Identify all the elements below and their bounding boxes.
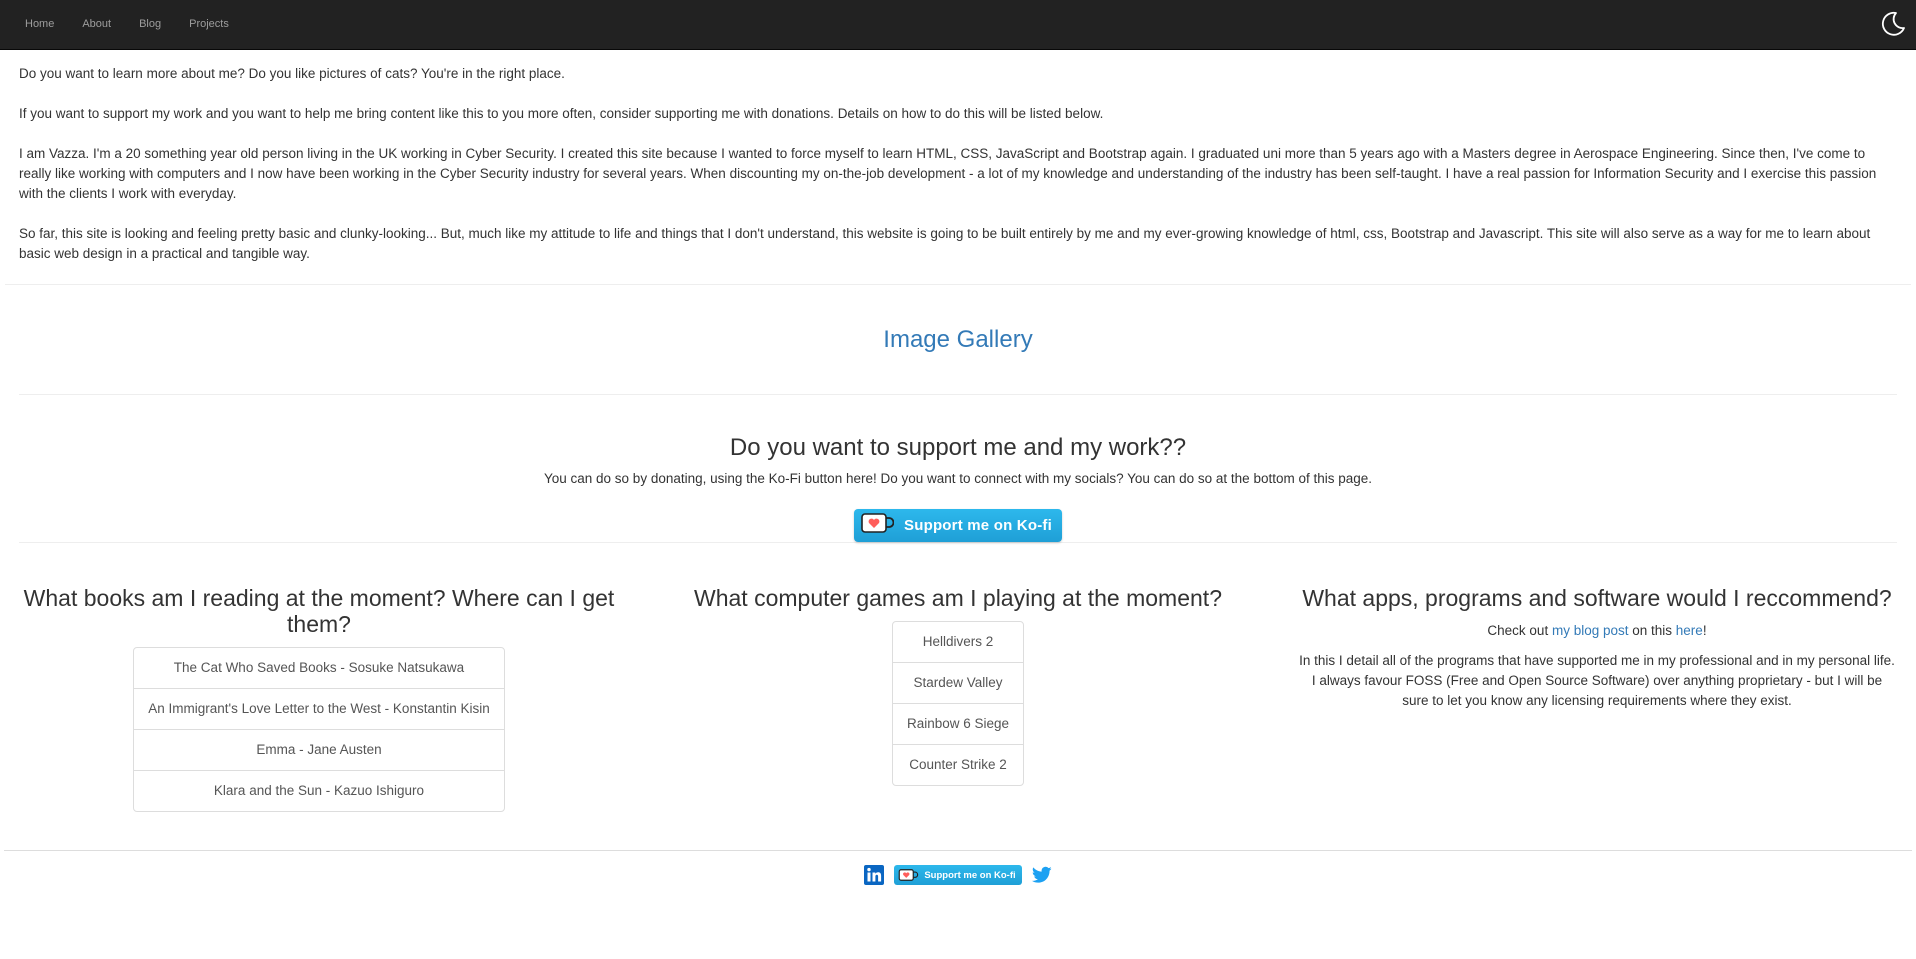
blog-post-link[interactable]: my blog post <box>1552 623 1629 638</box>
nav-about[interactable]: About <box>68 0 125 49</box>
intro-paragraph: So far, this site is looking and feeling… <box>19 226 1871 261</box>
nav-projects[interactable]: Projects <box>175 0 243 49</box>
recommendations: What books am I reading at the moment? W… <box>0 543 1916 850</box>
apps-detail: In this I detail all of the programs tha… <box>1299 653 1895 708</box>
support-section: Do you want to support me and my work?? … <box>0 395 1916 542</box>
list-item: Emma - Jane Austen <box>134 729 504 770</box>
here-link[interactable]: here <box>1676 623 1703 638</box>
kofi-button-label: Support me on Ko-fi <box>904 517 1052 534</box>
twitter-icon[interactable] <box>1031 866 1052 884</box>
list-item: Stardew Valley <box>892 662 1024 703</box>
games-heading: What computer games am I playing at the … <box>694 585 1222 611</box>
nav-links: Home About Blog Projects <box>11 0 243 49</box>
intro-paragraph: Do you want to learn more about me? Do y… <box>19 66 565 81</box>
list-item: The Cat Who Saved Books - Sosuke Natsuka… <box>173 660 465 675</box>
footer-kofi-button[interactable]: Support me on Ko-fi <box>894 865 1022 885</box>
books-heading: What books am I reading at the moment? W… <box>23 585 615 637</box>
apps-check-prefix: Check out <box>1487 623 1552 638</box>
games-list: Helldivers 2 Stardew Valley Rainbow 6 Si… <box>891 621 1025 786</box>
nav-blog[interactable]: Blog <box>125 0 175 49</box>
image-gallery-link[interactable]: Image Gallery <box>883 326 1032 354</box>
kofi-cup-icon <box>899 869 919 881</box>
support-heading: Do you want to support me and my work?? <box>729 434 1187 461</box>
moon-icon[interactable] <box>1876 8 1908 40</box>
list-item: Klara and the Sun - Kazuo Ishiguro <box>134 770 504 811</box>
list-item: Helldivers 2 <box>922 634 994 649</box>
intro-section: Do you want to learn more about me? Do y… <box>0 50 1916 264</box>
list-item: An Immigrant's Love Letter to the West -… <box>134 688 504 729</box>
apps-column: What apps, programs and software would I… <box>1297 543 1897 850</box>
intro-paragraph: If you want to support my work and you w… <box>19 106 1104 121</box>
books-column: What books am I reading at the moment? W… <box>19 543 619 850</box>
kofi-button[interactable]: Support me on Ko-fi <box>854 509 1062 542</box>
footer: Support me on Ko-fi <box>4 850 1912 885</box>
apps-check-out: Check out my blog post on this here! <box>1297 621 1897 641</box>
gallery-section: Image Gallery <box>0 285 1916 394</box>
nav-home[interactable]: Home <box>11 0 68 49</box>
games-column: What computer games am I playing at the … <box>658 543 1258 850</box>
apps-heading: What apps, programs and software would I… <box>1302 585 1892 611</box>
intro-paragraph: I am Vazza. I'm a 20 something year old … <box>19 146 1877 201</box>
books-list: The Cat Who Saved Books - Sosuke Natsuka… <box>133 647 505 812</box>
footer-kofi-label: Support me on Ko-fi <box>924 869 1016 881</box>
list-item: Counter Strike 2 <box>892 744 1024 785</box>
linkedin-icon[interactable] <box>864 865 885 885</box>
apps-check-middle: on this <box>1628 623 1676 638</box>
support-text: You can do so by donating, using the Ko-… <box>543 471 1373 486</box>
kofi-cup-icon <box>860 511 895 540</box>
apps-check-suffix: ! <box>1702 623 1707 638</box>
list-item: Rainbow 6 Siege <box>892 703 1024 744</box>
navbar: Home About Blog Projects <box>0 0 1916 50</box>
